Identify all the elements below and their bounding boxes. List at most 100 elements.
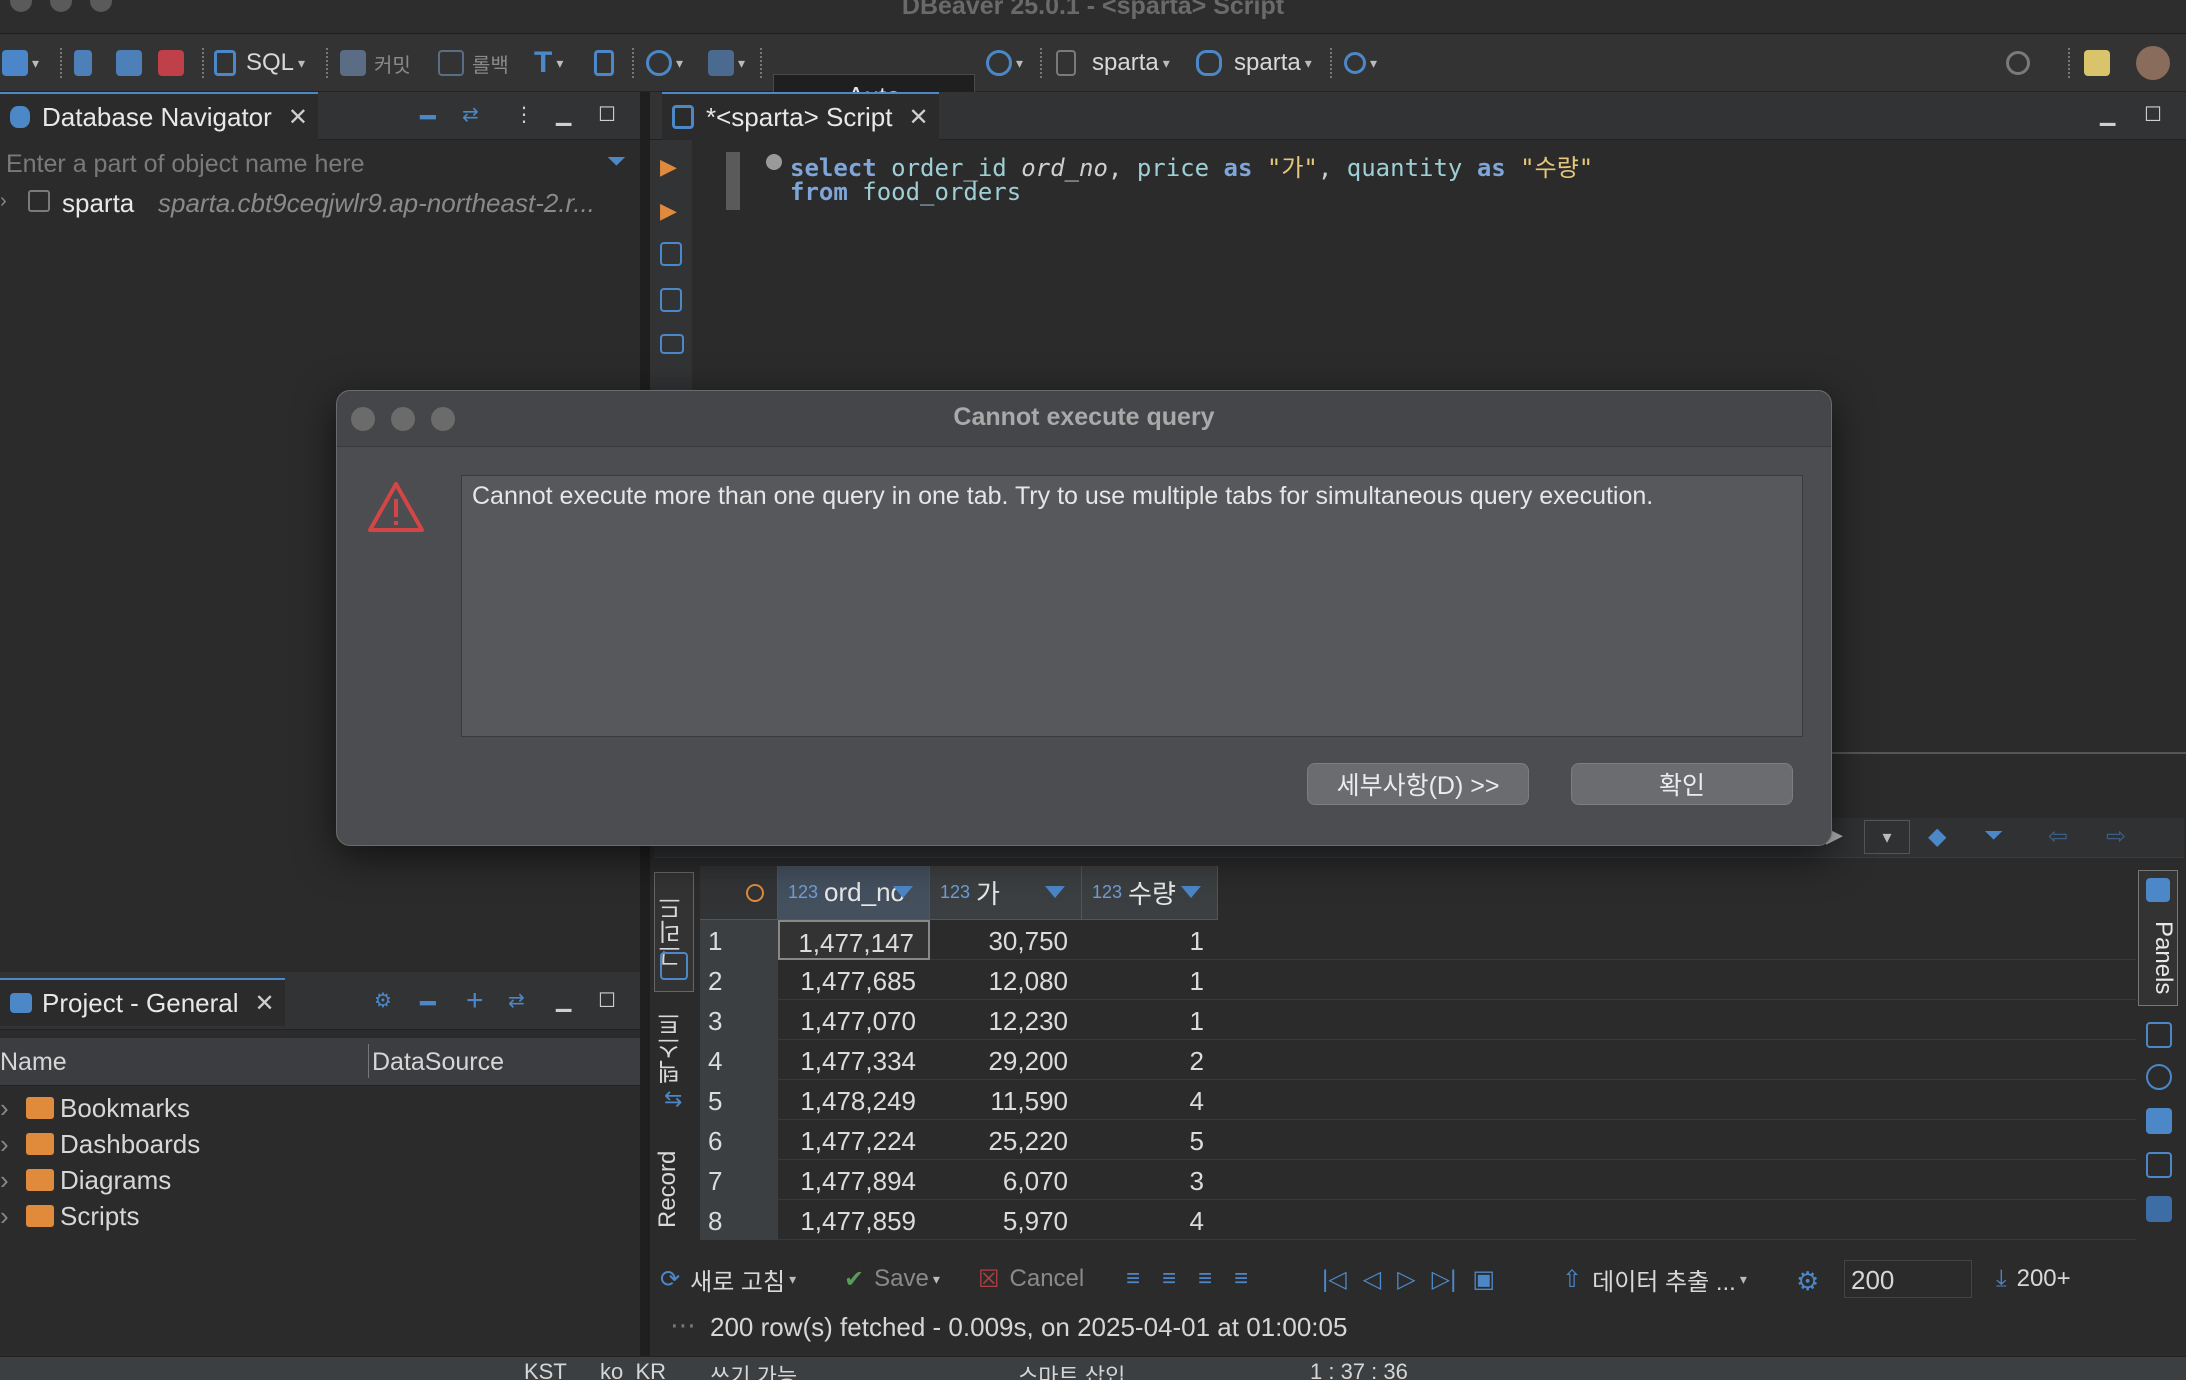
export-data-button[interactable]: ⇧ 데이터 추출 ... ▾ [1562,1260,1747,1298]
gauge-button[interactable]: ▾ [646,44,683,82]
eraser-icon[interactable]: ◆ [1928,822,1946,851]
save-button[interactable]: ✔ Save ▾ [844,1260,940,1298]
grouping-icon[interactable] [2146,1152,2172,1178]
fetch-size-input[interactable]: 200 [1844,1260,1972,1298]
tab-sparta-script[interactable]: *<sparta> Script ✕ [662,92,939,140]
ok-button[interactable]: 확인 [1571,763,1793,805]
cancel-button[interactable]: ☒ Cancel [978,1260,1084,1298]
lock-button[interactable] [594,44,614,82]
history-button[interactable]: ▾ [986,44,1023,82]
navigator-filter-input[interactable]: Enter a part of object name here ⏷ [0,142,640,186]
maximize-icon[interactable]: ☐ [2144,102,2166,126]
dialog-minimize-dot[interactable] [391,407,415,431]
row-number[interactable]: 6 [700,1120,778,1160]
close-icon[interactable]: ✕ [288,103,308,132]
grid-corner[interactable] [700,866,778,920]
row-number[interactable]: 8 [700,1200,778,1240]
table-cell[interactable]: 2 [1082,1040,1218,1080]
table-cell[interactable]: 5 [1082,1120,1218,1160]
chevron-right-icon[interactable]: › [0,1129,9,1160]
table-cell[interactable]: 3 [1082,1160,1218,1200]
row-number[interactable]: 7 [700,1160,778,1200]
row-number[interactable]: 3 [700,1000,778,1040]
minimize-icon[interactable]: ▁ [2100,102,2122,126]
terminal-icon[interactable] [660,334,684,354]
edit-row-buttons[interactable]: ≡ ≡ ≡ ≡ [1126,1260,1248,1298]
add-icon[interactable]: + [466,984,488,1017]
table-cell[interactable]: 12,230 [930,1000,1082,1040]
rollback-button[interactable]: 롤백 [438,44,509,82]
tree-item-sparta[interactable]: › sparta sparta.cbt9ceqjwlr9.ap-northeas… [0,186,640,222]
gear-icon[interactable]: ⚙ [374,988,396,1012]
table-cell[interactable]: 1,478,249 [778,1080,930,1120]
chevron-right-icon[interactable]: › [0,190,7,213]
column-name-header[interactable]: Name [0,1048,67,1077]
table-cell[interactable]: 1 [1082,1000,1218,1040]
filter-dropdown[interactable]: ▾ [1864,820,1910,854]
project-item-diagrams[interactable]: › Diagrams [0,1162,171,1198]
close-icon[interactable]: ✕ [255,989,275,1018]
table-cell[interactable]: 11,590 [930,1080,1082,1120]
close-icon[interactable]: ✕ [908,103,928,132]
tab-project-general[interactable]: Project - General ✕ [0,978,285,1026]
table-row[interactable]: 2 1,477,685 12,080 1 [700,960,2136,1000]
maximize-icon[interactable]: ☐ [598,102,620,126]
table-row[interactable]: 5 1,478,249 11,590 4 [700,1080,2136,1120]
value-viewer-icon[interactable] [2146,1022,2172,1048]
table-cell[interactable]: 4 [1082,1200,1218,1240]
minimize-icon[interactable]: ▁ [556,988,578,1012]
global-search-button[interactable] [2006,44,2030,82]
new-connection-button[interactable]: ▾ [2,44,39,82]
fetch-more-button[interactable]: ⤓ 200+ [1996,1260,2071,1298]
table-cell[interactable]: 4 [1082,1080,1218,1120]
filter-icon[interactable]: ⏷ [607,148,626,176]
column-header-ord-no[interactable]: 123 ord_no [778,866,930,920]
metadata-icon[interactable] [2146,1108,2172,1134]
project-item-scripts[interactable]: › Scripts [0,1198,139,1234]
forward-arrow-icon[interactable]: ⇨ [2106,822,2126,851]
user-avatar[interactable] [2136,44,2170,82]
transaction-mode-button[interactable]: T ▾ [534,44,563,82]
minimize-icon[interactable]: ▁ [556,102,578,126]
refresh-button[interactable]: ⟳ 새로 고침 ▾ [660,1260,796,1298]
table-row[interactable]: 1 1,477,147 30,750 1 [700,920,2136,960]
table-cell[interactable]: 1,477,859 [778,1200,930,1240]
execution-plan-button[interactable]: ▾ [708,44,745,82]
row-number[interactable]: 4 [700,1040,778,1080]
collapse-icon[interactable]: ━ [420,988,442,1018]
table-cell[interactable]: 6,070 [930,1160,1082,1200]
table-cell[interactable]: 12,080 [930,960,1082,1000]
table-cell[interactable]: 29,200 [930,1040,1082,1080]
execute-in-new-tab-icon[interactable]: ▶ [660,198,677,224]
table-row[interactable]: 7 1,477,894 6,070 3 [700,1160,2136,1200]
chevron-right-icon[interactable]: › [0,1165,9,1196]
column-header-quantity[interactable]: 123 수량 [1082,866,1218,920]
row-number[interactable]: 2 [700,960,778,1000]
tab-database-navigator[interactable]: Database Navigator ✕ [0,92,318,140]
table-row[interactable]: 4 1,477,334 29,200 2 [700,1040,2136,1080]
tab-record[interactable]: Record [654,1130,694,1248]
table-cell[interactable]: 1 [1082,920,1218,960]
reconnect-button[interactable] [116,44,142,82]
table-row[interactable]: 8 1,477,859 5,970 4 [700,1200,2136,1240]
table-row[interactable]: 6 1,477,224 25,220 5 [700,1120,2136,1160]
link-editor-icon[interactable]: ⇄ [462,102,484,126]
open-perspective-button[interactable] [2084,44,2110,82]
commit-button[interactable]: 커밋 [340,44,411,82]
chevron-right-icon[interactable]: › [0,1093,9,1124]
sql-line-2[interactable]: from food_orders [790,178,1021,206]
search-dropdown-button[interactable]: ▾ [1344,44,1377,82]
table-cell[interactable]: 1,477,224 [778,1120,930,1160]
table-cell[interactable]: 1,477,334 [778,1040,930,1080]
aggregate-icon[interactable] [2146,1064,2172,1090]
table-cell[interactable]: 1,477,147 [778,920,930,960]
row-number[interactable]: 1 [700,920,778,960]
table-cell[interactable]: 30,750 [930,920,1082,960]
dialog-close-dot[interactable] [351,407,375,431]
dialog-zoom-dot[interactable] [431,407,455,431]
execute-statement-icon[interactable]: ▶ [660,154,677,180]
column-header-price[interactable]: 123 가 [930,866,1082,920]
view-menu-icon[interactable]: ⋮ [514,102,536,126]
table-cell[interactable]: 5,970 [930,1200,1082,1240]
gear-icon[interactable]: ⚙ [1796,1266,1819,1297]
